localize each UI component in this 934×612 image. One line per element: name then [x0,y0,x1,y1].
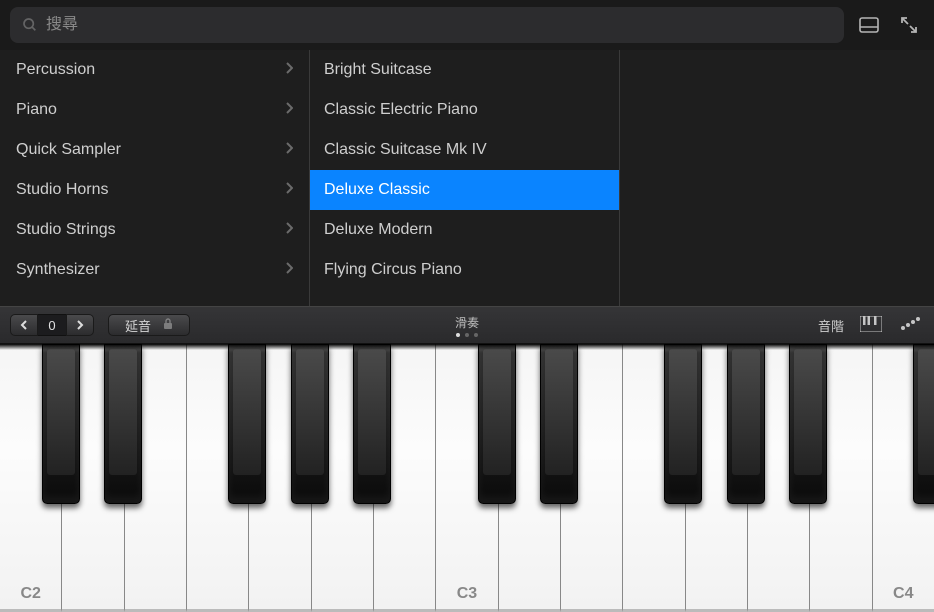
octave-down-button[interactable] [10,314,38,336]
lock-icon [163,318,173,333]
dot-icon [465,333,469,337]
octave-stepper: 0 [10,314,94,336]
search-field[interactable] [10,7,844,43]
page-dots [455,333,479,337]
preset-label: Classic Suitcase Mk IV [324,141,487,159]
preset-classic-suitcase-mk-iv[interactable]: Classic Suitcase Mk IV [310,130,619,170]
category-synthesizer[interactable]: Synthesizer [0,250,309,290]
category-label: Synthesizer [16,261,100,279]
sound-browser: Percussion Piano Quick Sampler Studio Ho… [0,50,934,306]
category-label: Studio Strings [16,221,116,239]
key-label: C3 [457,585,477,603]
category-column: Percussion Piano Quick Sampler Studio Ho… [0,50,310,306]
black-key[interactable] [913,344,934,504]
preset-label: Deluxe Modern [324,221,433,239]
sustain-label: 延音 [125,316,151,335]
black-key[interactable] [228,344,266,504]
chevron-right-icon [76,320,84,330]
keyboard-control-strip: 0 延音 滑奏 音階 [0,306,934,344]
chevron-right-icon [285,101,293,119]
chevron-right-icon [285,61,293,79]
preset-bright-suitcase[interactable]: Bright Suitcase [310,50,619,90]
scale-label[interactable]: 音階 [818,316,844,335]
preset-label: Deluxe Classic [324,181,430,199]
preset-detail-column [620,50,934,306]
key-label: C2 [20,585,40,603]
black-key[interactable] [540,344,578,504]
black-key[interactable] [291,344,329,504]
chevron-right-icon [285,141,293,159]
octave-value: 0 [38,314,66,336]
black-key[interactable] [42,344,80,504]
black-key[interactable] [478,344,516,504]
topbar [0,0,934,50]
preset-deluxe-classic[interactable]: Deluxe Classic [310,170,619,210]
dot-icon [456,333,460,337]
black-key[interactable] [664,344,702,504]
sustain-button[interactable]: 延音 [108,314,190,336]
preset-label: Classic Electric Piano [324,101,478,119]
search-icon [22,17,38,33]
preset-classic-electric-piano[interactable]: Classic Electric Piano [310,90,619,130]
preset-deluxe-modern[interactable]: Deluxe Modern [310,210,619,250]
category-label: Quick Sampler [16,141,121,159]
category-studio-horns[interactable]: Studio Horns [0,170,309,210]
preset-label: Flying Circus Piano [324,261,462,279]
right-controls: 音階 [818,316,924,335]
black-key[interactable] [104,344,142,504]
black-key[interactable] [353,344,391,504]
category-percussion[interactable]: Percussion [0,50,309,90]
panel-toggle-button[interactable] [854,10,884,40]
chevron-left-icon [20,320,28,330]
arpeggio-view-button[interactable] [900,316,924,334]
category-label: Studio Horns [16,181,109,199]
category-label: Percussion [16,61,95,79]
preset-flying-circus-piano[interactable]: Flying Circus Piano [310,250,619,290]
mode-label: 滑奏 [455,314,479,331]
octave-up-button[interactable] [66,314,94,336]
keyboard-view-button[interactable] [860,316,884,334]
black-key[interactable] [727,344,765,504]
black-key[interactable] [789,344,827,504]
piano-keyboard: C2 C3 C4 [0,344,934,612]
category-label: Piano [16,101,57,119]
fullscreen-button[interactable] [894,10,924,40]
category-piano[interactable]: Piano [0,90,309,130]
preset-label: Bright Suitcase [324,61,432,79]
chevron-right-icon [285,221,293,239]
key-label: C4 [893,585,913,603]
preset-column: Bright Suitcase Classic Electric Piano C… [310,50,620,306]
keyboard-mode-indicator[interactable]: 滑奏 [455,314,479,337]
category-studio-strings[interactable]: Studio Strings [0,210,309,250]
dot-icon [474,333,478,337]
category-quick-sampler[interactable]: Quick Sampler [0,130,309,170]
search-input[interactable] [46,16,832,34]
chevron-right-icon [285,261,293,279]
chevron-right-icon [285,181,293,199]
